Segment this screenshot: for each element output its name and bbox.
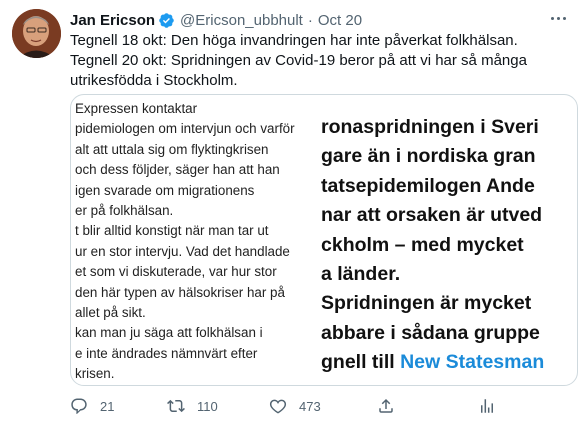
reply-icon	[70, 397, 88, 415]
author-handle[interactable]: @Ericson_ubbhult	[180, 12, 303, 29]
clipping-line: pidemiologen om intervjun och varför	[75, 121, 295, 137]
clipping-line: krisen.	[75, 366, 115, 382]
tweet[interactable]: Jan Ericson @Ericson_ubbhult · Oct 20 Te…	[0, 0, 584, 423]
retweet-count: 110	[197, 398, 218, 414]
analytics-icon	[478, 397, 496, 415]
clipping-line: t blir alltid konstigt när man tar ut	[75, 223, 269, 239]
clipping-line: abbare i sådana gruppe	[321, 321, 540, 344]
clipping-line-with-link: gnell till New Statesman	[321, 348, 577, 377]
share-button[interactable]	[377, 395, 395, 417]
more-options-icon[interactable]	[546, 8, 570, 28]
clipping-line: ronaspridningen i Sveri	[321, 116, 539, 138]
clipping-line: och dess följder, säger han att han	[75, 162, 280, 178]
share-icon	[377, 397, 395, 415]
tweet-actions: 21 110 473	[70, 395, 510, 417]
retweet-icon	[167, 397, 185, 415]
article-clipping-left: Expressen kontaktar pidemiologen om inte…	[71, 95, 321, 385]
clipping-line: gnell till	[321, 351, 401, 374]
reply-button[interactable]: 21	[70, 395, 114, 417]
clipping-line: Expressen kontaktar	[75, 101, 198, 116]
tweet-text: Tegnell 18 okt: Den höga invandringen ha…	[70, 31, 570, 91]
clipping-line: nar att orsaken är utved	[321, 204, 543, 227]
clipping-line: et som vi diskuterade, var hur stor	[75, 264, 277, 280]
retweet-button[interactable]: 110	[167, 395, 218, 417]
clipping-line: tatsepidemilogen Ande	[321, 174, 535, 197]
like-count: 473	[299, 398, 321, 414]
clipping-line: igen svarade om migrationens	[75, 182, 255, 198]
clipping-line: ckholm – med mycket	[321, 233, 524, 256]
like-button[interactable]: 473	[269, 395, 321, 417]
clipping-line: den här typen av hälsokriser har på	[75, 284, 285, 300]
tweet-text-line: Tegnell 20 okt: Spridningen av Covid-19 …	[70, 52, 527, 89]
source-link-text: New Statesman	[400, 351, 545, 374]
author-name[interactable]: Jan Ericson	[70, 12, 155, 29]
tweet-media-image[interactable]: Expressen kontaktar pidemiologen om inte…	[70, 94, 578, 386]
clipping-line: ur en stor intervju. Vad det handlade	[75, 243, 290, 259]
verified-badge-icon	[158, 12, 175, 29]
clipping-line: gare än i nordiska gran	[321, 145, 536, 168]
avatar[interactable]	[12, 9, 61, 58]
tweet-text-line: Tegnell 18 okt: Den höga invandringen ha…	[70, 32, 518, 49]
reply-count: 21	[100, 398, 115, 414]
like-icon	[269, 397, 287, 415]
clipping-line: er på folkhälsan.	[75, 203, 174, 219]
article-clipping-right: ronaspridningen i Sveri gare än i nordis…	[321, 95, 577, 385]
clipping-line: e inte ändrades nämnvärt efter	[75, 345, 258, 361]
clipping-line: alt att uttala sig om flyktingkrisen	[75, 141, 269, 157]
tweet-date[interactable]: Oct 20	[318, 12, 362, 29]
clipping-line: a länder.	[321, 263, 401, 286]
separator: ·	[307, 11, 313, 29]
analytics-button[interactable]	[478, 395, 496, 417]
clipping-line: Spridningen är mycket	[321, 292, 532, 315]
clipping-line: kan man ju säga att folkhälsan i	[75, 325, 263, 341]
clipping-line: allet på sikt.	[75, 305, 146, 321]
tweet-header: Jan Ericson @Ericson_ubbhult · Oct 20	[70, 10, 362, 30]
